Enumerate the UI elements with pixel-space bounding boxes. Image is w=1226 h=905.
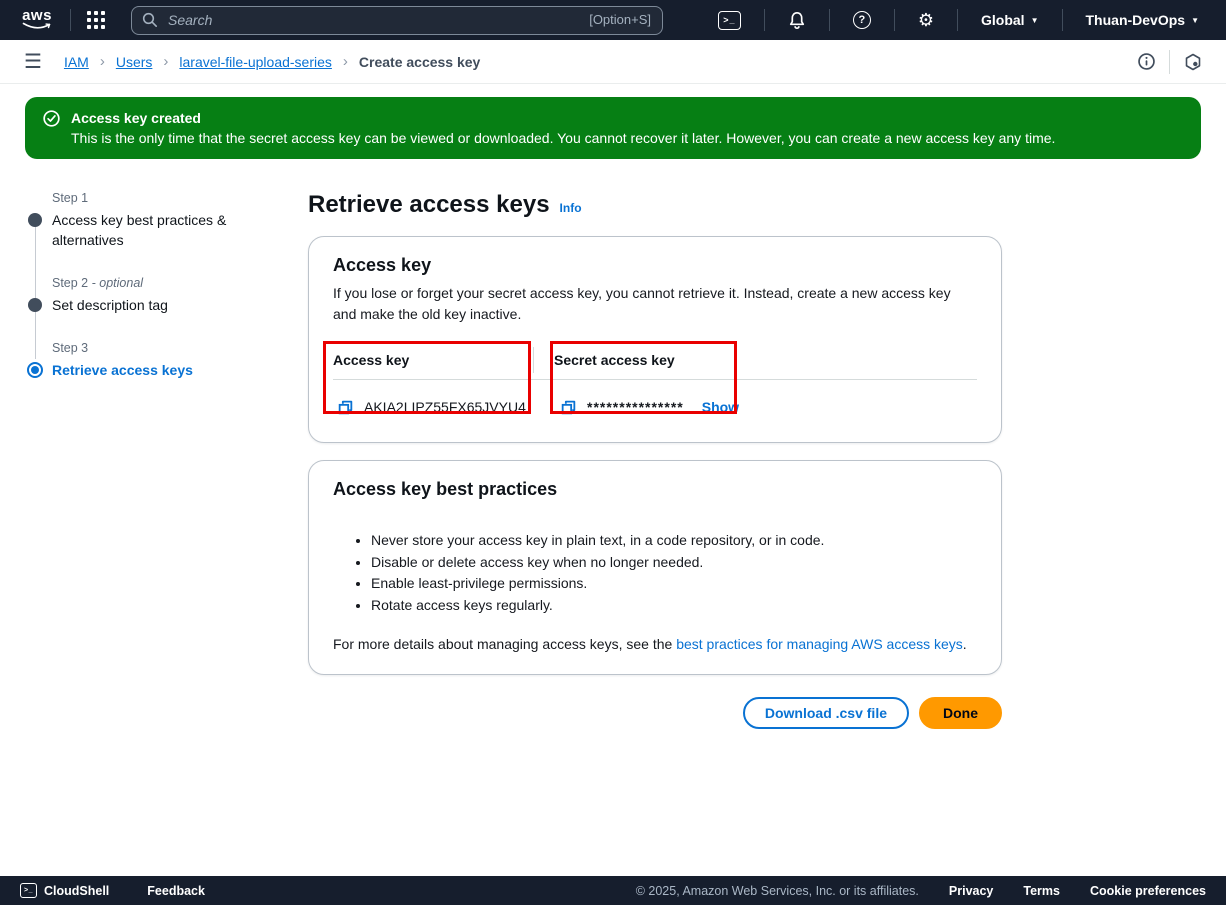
success-check-icon [43, 110, 60, 127]
gear-icon: ⚙ [918, 11, 934, 29]
feedback-link[interactable]: Feedback [147, 884, 205, 898]
topnav-divider [829, 9, 830, 31]
cloudshell-footer-button[interactable]: >_ CloudShell [20, 883, 109, 898]
cloudshell-topnav-button[interactable]: >_ [705, 11, 754, 30]
breadcrumb-iam[interactable]: IAM [64, 54, 89, 70]
cloudshell-terminal-icon: >_ [718, 11, 741, 30]
access-key-card: Access key If you lose or forget your se… [308, 236, 1002, 443]
menu-icon[interactable]: ☰ [24, 52, 42, 72]
breadcrumb: IAM › Users › laravel-file-upload-series… [64, 53, 480, 70]
access-key-value: AKIA2LIPZ55FX65JVYU4 [364, 399, 526, 415]
column-divider [533, 347, 534, 373]
top-navigation-bar: aws [Option+S] >_ ? [0, 0, 1226, 40]
best-practices-list: Never store your access key in plain tex… [371, 530, 977, 615]
step-1-dot-icon [28, 213, 42, 227]
best-practice-item: Rotate access keys regularly. [371, 595, 977, 616]
aws-logo-text: aws [22, 10, 52, 22]
access-key-column-header: Access key [333, 352, 533, 368]
breadcrumb-divider [1169, 50, 1170, 74]
step-1-title: Access key best practices & alternatives [52, 210, 237, 250]
notifications-panel-icon[interactable] [1184, 53, 1202, 71]
terms-link[interactable]: Terms [1023, 884, 1060, 898]
breadcrumb-user-name[interactable]: laravel-file-upload-series [179, 54, 332, 70]
done-button[interactable]: Done [919, 697, 1002, 729]
best-practice-item: Never store your access key in plain tex… [371, 530, 977, 551]
topnav-divider [764, 9, 765, 31]
best-practices-title: Access key best practices [333, 479, 977, 500]
help-button[interactable]: ? [840, 11, 884, 29]
step-3-title: Retrieve access keys [52, 360, 237, 380]
best-practice-item: Enable least-privilege permissions. [371, 573, 977, 594]
search-input[interactable] [131, 6, 663, 35]
wizard-step-3-active[interactable]: Step 3 Retrieve access keys [28, 341, 308, 380]
best-practice-item: Disable or delete access key when no lon… [371, 552, 977, 573]
info-link[interactable]: Info [560, 201, 582, 215]
wizard-steps-nav: Step 1 Access key best practices & alter… [28, 191, 308, 729]
secret-key-masked-value: *************** [587, 399, 684, 415]
header-rule [333, 379, 977, 380]
step-3-label: Step 3 [52, 341, 308, 355]
step-1-label: Step 1 [52, 191, 308, 205]
breadcrumb-bar: ☰ IAM › Users › laravel-file-upload-seri… [0, 40, 1226, 84]
cloudshell-label: CloudShell [44, 884, 109, 898]
key-section: Access key Secret access key AKIA2LIPZ55… [333, 345, 977, 420]
global-search: [Option+S] [131, 6, 663, 35]
settings-button[interactable]: ⚙ [905, 11, 947, 29]
step-2-dot-icon [28, 298, 42, 312]
secret-key-column-header: Secret access key [554, 352, 675, 368]
footer-bar: >_ CloudShell Feedback © 2025, Amazon We… [0, 876, 1226, 905]
region-label: Global [981, 12, 1025, 28]
notifications-button[interactable] [775, 11, 819, 30]
page-title: Retrieve access keys [308, 191, 550, 219]
download-csv-button[interactable]: Download .csv file [743, 697, 909, 729]
info-icon[interactable] [1138, 53, 1155, 70]
wizard-step-2[interactable]: Step 2 - optional Set description tag [28, 276, 308, 315]
services-grid-icon[interactable] [87, 11, 105, 29]
topnav-divider [957, 9, 958, 31]
banner-message: This is the only time that the secret ac… [71, 128, 1055, 148]
help-icon: ? [853, 11, 871, 29]
copy-access-key-icon[interactable] [337, 399, 354, 416]
access-key-card-description: If you lose or forget your secret access… [333, 283, 977, 325]
breadcrumb-separator-icon: › [163, 53, 168, 70]
search-shortcut-hint: [Option+S] [589, 12, 651, 27]
topnav-divider [70, 9, 71, 31]
best-practices-card: Access key best practices Never store yo… [308, 460, 1002, 675]
breadcrumb-separator-icon: › [343, 53, 348, 70]
show-secret-link[interactable]: Show [702, 399, 739, 415]
chevron-down-icon: ▼ [1191, 16, 1199, 25]
cookie-preferences-link[interactable]: Cookie preferences [1090, 884, 1206, 898]
cloudshell-terminal-icon: >_ [20, 883, 37, 898]
breadcrumb-separator-icon: › [100, 53, 105, 70]
wizard-step-1[interactable]: Step 1 Access key best practices & alter… [28, 191, 308, 250]
step-3-dot-icon [27, 362, 43, 378]
bell-icon [788, 11, 806, 30]
topnav-divider [894, 9, 895, 31]
step-2-label: Step 2 - optional [52, 276, 308, 290]
success-flash-banner: Access key created This is the only time… [25, 97, 1201, 159]
breadcrumb-current-page: Create access key [359, 54, 480, 70]
step-2-title: Set description tag [52, 295, 237, 315]
privacy-link[interactable]: Privacy [949, 884, 993, 898]
aws-logo[interactable]: aws [22, 10, 52, 31]
copyright-text: © 2025, Amazon Web Services, Inc. or its… [636, 884, 919, 898]
aws-logo-swoosh [22, 22, 52, 31]
chevron-down-icon: ▼ [1031, 16, 1039, 25]
banner-title: Access key created [71, 108, 1055, 128]
best-practices-footer: For more details about managing access k… [333, 636, 977, 652]
account-menu[interactable]: Thuan-DevOps ▼ [1073, 12, 1213, 28]
breadcrumb-users[interactable]: Users [116, 54, 153, 70]
topnav-divider [1062, 9, 1063, 31]
best-practices-link[interactable]: best practices for managing AWS access k… [676, 636, 963, 652]
copy-secret-key-icon[interactable] [560, 399, 577, 416]
access-key-card-title: Access key [333, 255, 977, 276]
region-selector[interactable]: Global ▼ [968, 12, 1051, 28]
account-label: Thuan-DevOps [1086, 12, 1186, 28]
search-icon [142, 12, 158, 28]
